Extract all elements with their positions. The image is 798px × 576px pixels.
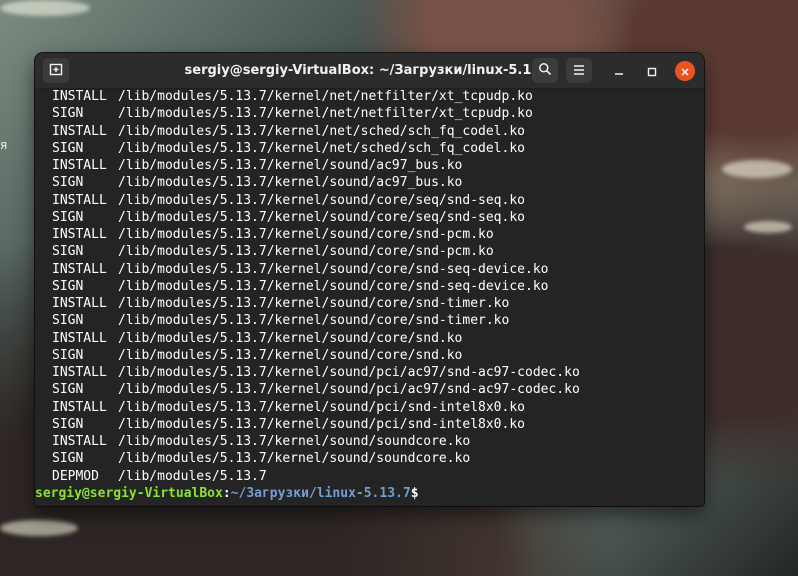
output-line: INSTALL/lib/modules/5.13.7/kernel/sound/… — [35, 296, 704, 313]
new-tab-button[interactable] — [43, 58, 69, 83]
operation-label: SIGN — [52, 451, 84, 467]
operation-label: SIGN — [52, 140, 84, 156]
module-path: /lib/modules/5.13.7/kernel/sound/pci/snd… — [118, 416, 525, 432]
menu-icon — [572, 61, 586, 80]
operation-label: SIGN — [52, 416, 84, 432]
maximize-button[interactable] — [642, 61, 662, 81]
operation-label: INSTALL — [52, 365, 107, 380]
water-reflection — [722, 160, 792, 178]
module-path: /lib/modules/5.13.7/kernel/sound/ac97_bu… — [118, 158, 463, 173]
minimize-icon — [614, 62, 624, 81]
maximize-icon — [647, 62, 657, 81]
output-line: SIGN/lib/modules/5.13.7/kernel/sound/pci… — [35, 382, 704, 399]
module-path: /lib/modules/5.13.7/kernel/sound/pci/snd… — [118, 399, 525, 415]
shell-prompt[interactable]: sergiy@sergiy-VirtualBox:~/Загрузки/linu… — [35, 486, 704, 503]
new-tab-icon — [49, 61, 63, 80]
output-line: INSTALL/lib/modules/5.13.7/kernel/sound/… — [35, 434, 704, 451]
menu-button[interactable] — [566, 58, 592, 83]
close-icon — [680, 62, 690, 81]
output-line: INSTALL/lib/modules/5.13.7/kernel/net/sc… — [35, 124, 704, 141]
output-line: SIGN/lib/modules/5.13.7/kernel/sound/sou… — [35, 451, 704, 468]
operation-label: INSTALL — [52, 89, 107, 104]
terminal-window[interactable]: sergiy@sergiy-VirtualBox: ~/Загрузки/lin… — [35, 53, 704, 506]
output-line: SIGN/lib/modules/5.13.7/kernel/sound/ac9… — [35, 175, 704, 192]
module-path: /lib/modules/5.13.7/kernel/sound/soundco… — [118, 434, 471, 449]
module-path: /lib/modules/5.13.7/kernel/sound/soundco… — [118, 451, 471, 467]
desktop-edge-glyph: я — [0, 138, 8, 152]
output-line: INSTALL/lib/modules/5.13.7/kernel/sound/… — [35, 365, 704, 382]
search-icon — [538, 61, 552, 80]
module-path: /lib/modules/5.13.7/kernel/sound/core/sn… — [118, 278, 549, 294]
module-path: /lib/modules/5.13.7/kernel/sound/core/se… — [118, 192, 525, 208]
module-path: /lib/modules/5.13.7/kernel/net/sched/sch… — [118, 123, 525, 139]
terminal-output[interactable]: INSTALL/lib/modules/5.13.7/kernel/net/ne… — [35, 89, 704, 506]
operation-label: SIGN — [52, 382, 84, 398]
operation-label: INSTALL — [52, 261, 107, 277]
operation-label: SIGN — [52, 209, 84, 225]
output-line: SIGN/lib/modules/5.13.7/kernel/net/netfi… — [35, 106, 704, 123]
output-line: SIGN/lib/modules/5.13.7/kernel/net/sched… — [35, 141, 704, 158]
minimize-button[interactable] — [609, 61, 629, 81]
output-line: SIGN/lib/modules/5.13.7/kernel/sound/cor… — [35, 244, 704, 261]
module-path: /lib/modules/5.13.7/kernel/net/netfilter… — [118, 106, 533, 122]
operation-label: INSTALL — [52, 158, 107, 173]
module-path: /lib/modules/5.13.7/kernel/sound/pci/ac9… — [118, 382, 580, 398]
module-path: /lib/modules/5.13.7/kernel/sound/core/sn… — [118, 296, 510, 311]
module-path: /lib/modules/5.13.7/kernel/sound/core/sn… — [118, 244, 494, 260]
operation-label: SIGN — [52, 278, 84, 294]
module-path: /lib/modules/5.13.7/kernel/sound/ac97_bu… — [118, 175, 463, 191]
module-path: /lib/modules/5.13.7/kernel/sound/core/sn… — [118, 330, 463, 346]
operation-label: SIGN — [52, 347, 84, 363]
prompt-separator: : — [222, 485, 231, 501]
output-line: SIGN/lib/modules/5.13.7/kernel/sound/cor… — [35, 313, 704, 330]
output-line: INSTALL/lib/modules/5.13.7/kernel/sound/… — [35, 158, 704, 175]
module-path: /lib/modules/5.13.7/kernel/net/sched/sch… — [118, 140, 525, 156]
water-reflection — [0, 520, 78, 536]
close-button[interactable] — [675, 61, 695, 81]
search-button[interactable] — [532, 58, 558, 83]
operation-label: SIGN — [52, 244, 84, 260]
operation-label: INSTALL — [52, 330, 107, 346]
output-line: INSTALL/lib/modules/5.13.7/kernel/sound/… — [35, 262, 704, 279]
operation-label: INSTALL — [52, 434, 107, 449]
operation-label: SIGN — [52, 313, 84, 329]
output-line: SIGN/lib/modules/5.13.7/kernel/sound/cor… — [35, 210, 704, 227]
water-reflection — [744, 221, 792, 233]
output-line: SIGN/lib/modules/5.13.7/kernel/sound/cor… — [35, 279, 704, 296]
operation-label: DEPMOD — [52, 468, 99, 484]
module-path: /lib/modules/5.13.7/kernel/sound/core/sn… — [118, 313, 510, 329]
prompt-user-host: sergiy@sergiy-VirtualBox — [35, 485, 223, 501]
prompt-cwd: ~/Загрузки/linux-5.13.7 — [230, 485, 411, 501]
water-reflection — [0, 0, 90, 16]
operation-label: INSTALL — [52, 227, 107, 242]
operation-label: SIGN — [52, 106, 84, 122]
module-path: /lib/modules/5.13.7/kernel/net/netfilter… — [118, 89, 533, 104]
operation-label: INSTALL — [52, 123, 107, 139]
module-path: /lib/modules/5.13.7/kernel/sound/core/se… — [118, 209, 525, 225]
prompt-symbol: $ — [410, 485, 419, 501]
operation-label: INSTALL — [52, 399, 107, 415]
module-path: /lib/modules/5.13.7/kernel/sound/core/sn… — [118, 261, 549, 277]
window-title: sergiy@sergiy-VirtualBox: ~/Загрузки/lin… — [184, 63, 555, 78]
output-line: INSTALL/lib/modules/5.13.7/kernel/sound/… — [35, 227, 704, 244]
output-line: INSTALL/lib/modules/5.13.7/kernel/sound/… — [35, 193, 704, 210]
title-bar[interactable]: sergiy@sergiy-VirtualBox: ~/Загрузки/lin… — [35, 53, 704, 89]
output-line: DEPMOD/lib/modules/5.13.7 — [35, 469, 704, 486]
operation-label: INSTALL — [52, 296, 107, 311]
module-path: /lib/modules/5.13.7/kernel/sound/core/sn… — [118, 227, 494, 242]
module-path: /lib/modules/5.13.7 — [118, 468, 267, 484]
operation-label: SIGN — [52, 175, 84, 191]
module-path: /lib/modules/5.13.7/kernel/sound/core/sn… — [118, 347, 463, 363]
output-line: SIGN/lib/modules/5.13.7/kernel/sound/cor… — [35, 348, 704, 365]
operation-label: INSTALL — [52, 192, 107, 208]
output-line: INSTALL/lib/modules/5.13.7/kernel/sound/… — [35, 400, 704, 417]
output-line: SIGN/lib/modules/5.13.7/kernel/sound/pci… — [35, 417, 704, 434]
output-line: INSTALL/lib/modules/5.13.7/kernel/net/ne… — [35, 89, 704, 106]
output-line: INSTALL/lib/modules/5.13.7/kernel/sound/… — [35, 331, 704, 348]
module-path: /lib/modules/5.13.7/kernel/sound/pci/ac9… — [118, 365, 580, 380]
